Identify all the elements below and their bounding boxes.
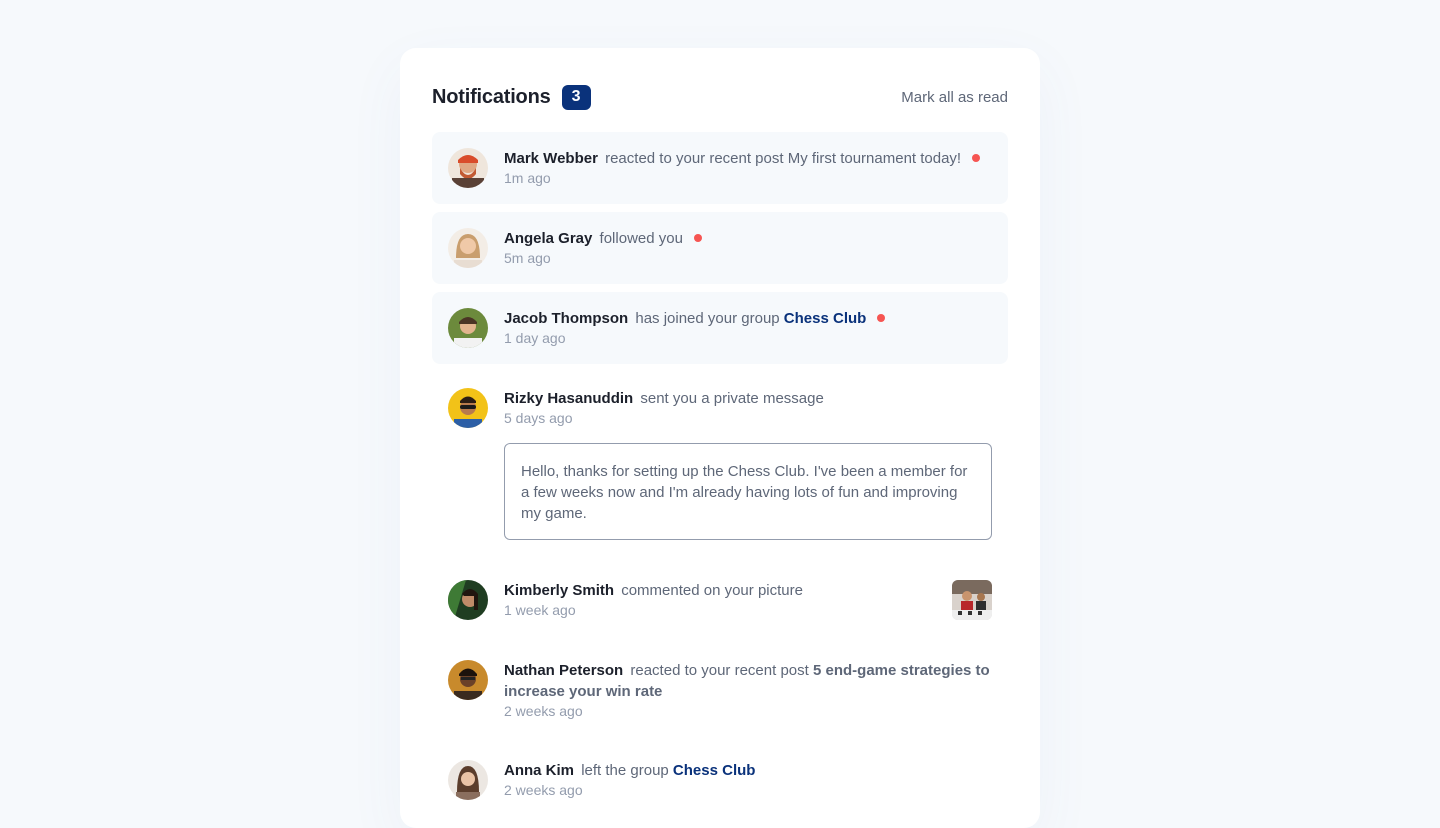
user-name-link[interactable]: Rizky Hasanuddin	[504, 390, 633, 407]
notification-time: 2 weeks ago	[504, 782, 583, 798]
group-link[interactable]: Chess Club	[784, 310, 867, 327]
notification-action: left the group	[581, 762, 669, 779]
unread-dot-icon	[972, 154, 981, 162]
unread-count-badge: 3	[561, 84, 591, 110]
avatar-mark-webber[interactable]	[448, 148, 488, 188]
notification-body: Mark Webber reacted to your recent post …	[504, 148, 992, 187]
mark-all-read-button[interactable]: Mark all as read	[901, 89, 1008, 106]
notification-body: Angela Gray followed you 5m ago	[504, 228, 992, 267]
notification-item[interactable]: Mark Webber reacted to your recent post …	[432, 132, 1008, 204]
notification-body: Jacob Thompson has joined your group Che…	[504, 308, 992, 347]
notification-action: reacted to your recent post	[630, 662, 809, 679]
notification-item[interactable]: Rizky Hasanuddin sent you a private mess…	[432, 372, 1008, 556]
notification-text: Nathan Peterson reacted to your recent p…	[504, 660, 992, 702]
notification-action: followed you	[599, 230, 683, 247]
notification-body: Kimberly Smith commented on your picture…	[504, 580, 936, 619]
user-name-link[interactable]: Mark Webber	[504, 150, 598, 167]
avatar-anna-kim[interactable]	[448, 760, 488, 800]
notification-action: sent you a private message	[640, 390, 824, 407]
user-name-link[interactable]: Nathan Peterson	[504, 662, 623, 679]
notification-text: Anna Kim left the group Chess Club	[504, 760, 992, 781]
group-link[interactable]: Chess Club	[673, 762, 756, 779]
notification-item[interactable]: Anna Kim left the group Chess Club 2 wee…	[432, 744, 1008, 816]
user-name-link[interactable]: Kimberly Smith	[504, 582, 614, 599]
notification-list: Mark Webber reacted to your recent post …	[432, 132, 1008, 816]
post-link[interactable]: My first tournament today!	[788, 150, 961, 167]
notification-item[interactable]: Kimberly Smith commented on your picture…	[432, 564, 1008, 636]
commented-picture-thumbnail[interactable]	[952, 580, 992, 620]
user-name-link[interactable]: Angela Gray	[504, 230, 592, 247]
notifications-card: Notifications 3 Mark all as read Mark We…	[400, 48, 1040, 828]
private-message-preview[interactable]: Hello, thanks for setting up the Chess C…	[504, 443, 992, 540]
notification-action: reacted to your recent post	[605, 150, 784, 167]
title-group: Notifications 3	[432, 84, 591, 110]
notification-action: has joined your group	[635, 310, 780, 327]
notification-text: Jacob Thompson has joined your group Che…	[504, 308, 992, 329]
avatar-jacob-thompson[interactable]	[448, 308, 488, 348]
notification-text: Rizky Hasanuddin sent you a private mess…	[504, 388, 992, 409]
notification-item[interactable]: Jacob Thompson has joined your group Che…	[432, 292, 1008, 364]
notification-time: 5m ago	[504, 250, 551, 266]
notification-body: Nathan Peterson reacted to your recent p…	[504, 660, 992, 720]
notifications-header: Notifications 3 Mark all as read	[432, 82, 1008, 112]
unread-dot-icon	[694, 234, 703, 242]
notification-text: Kimberly Smith commented on your picture	[504, 580, 936, 601]
user-name-link[interactable]: Jacob Thompson	[504, 310, 628, 327]
notification-time: 1m ago	[504, 170, 551, 186]
notification-text: Mark Webber reacted to your recent post …	[504, 148, 992, 169]
avatar-kimberly-smith[interactable]	[448, 580, 488, 620]
notification-time: 1 day ago	[504, 330, 566, 346]
avatar-nathan-peterson[interactable]	[448, 660, 488, 700]
notification-text: Angela Gray followed you	[504, 228, 992, 249]
avatar-rizky-hasanuddin[interactable]	[448, 388, 488, 428]
notification-time: 1 week ago	[504, 602, 576, 618]
notification-time: 5 days ago	[504, 410, 573, 426]
notification-item[interactable]: Nathan Peterson reacted to your recent p…	[432, 644, 1008, 736]
unread-dot-icon	[877, 314, 886, 322]
user-name-link[interactable]: Anna Kim	[504, 762, 574, 779]
notification-body: Anna Kim left the group Chess Club 2 wee…	[504, 760, 992, 799]
notification-action: commented on your picture	[621, 582, 803, 599]
avatar-angela-gray[interactable]	[448, 228, 488, 268]
page-title: Notifications	[432, 85, 551, 108]
notification-body: Rizky Hasanuddin sent you a private mess…	[504, 388, 992, 540]
notification-item[interactable]: Angela Gray followed you 5m ago	[432, 212, 1008, 284]
notification-time: 2 weeks ago	[504, 703, 583, 719]
